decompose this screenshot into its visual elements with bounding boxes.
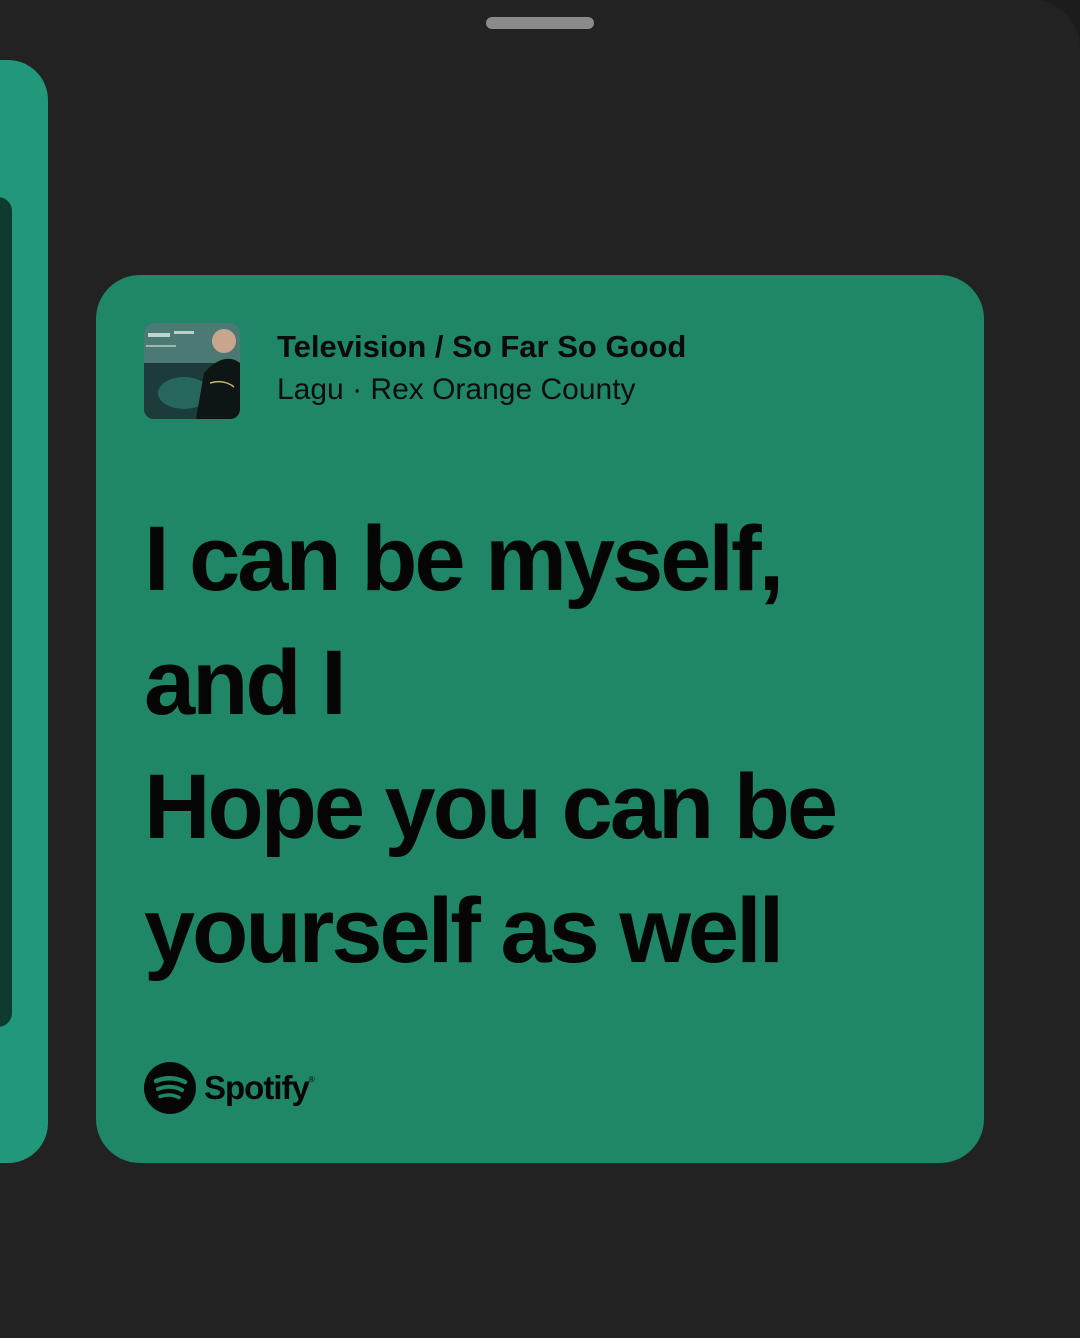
spotify-logo-icon — [144, 1062, 196, 1114]
track-title: Television / So Far So Good — [277, 329, 687, 364]
brand-name-text: Spotify — [204, 1069, 310, 1106]
album-cover-art — [144, 323, 240, 419]
lyric-line: yourself as well — [144, 880, 784, 982]
album-cover-image — [144, 323, 240, 419]
previous-card-preview[interactable] — [0, 60, 48, 1163]
trademark-mark: ® — [308, 1075, 315, 1084]
lyric-line: I can be myself, — [144, 508, 784, 610]
lyric-line: and I — [144, 632, 347, 734]
drag-handle[interactable] — [486, 17, 594, 29]
share-sheet: Television / So Far So Good Lagu · Rex O… — [0, 0, 1080, 1338]
lyrics-card[interactable]: Television / So Far So Good Lagu · Rex O… — [96, 275, 984, 1163]
lyrics-text: I can be myself, and I Hope you can be y… — [144, 497, 944, 993]
spotify-brand: Spotify® — [144, 1060, 315, 1116]
lyric-line: Hope you can be — [144, 756, 838, 858]
previous-card-content — [0, 197, 12, 1027]
spotify-wordmark: Spotify® — [204, 1069, 315, 1107]
track-subtitle: Lagu · Rex Orange County — [277, 373, 636, 406]
